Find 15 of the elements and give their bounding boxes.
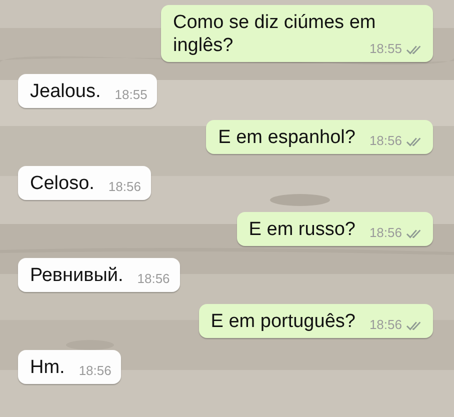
message-text: E em russo? <box>248 219 356 240</box>
message-time: 18:56 <box>369 318 402 332</box>
message-text: Celoso. <box>30 173 94 194</box>
message-time: 18:55 <box>114 88 148 102</box>
message-text: Hm. <box>30 357 65 378</box>
message-time: 18:56 <box>369 134 402 148</box>
message-time: 18:56 <box>369 226 402 240</box>
message-time: 18:56 <box>78 364 112 378</box>
message-text: Jealous. <box>30 81 101 102</box>
message-text: E em espanhol? <box>218 127 356 148</box>
message-text: Ревнивый. <box>30 265 124 286</box>
message-time: 18:56 <box>108 180 141 194</box>
message-time: 18:56 <box>137 272 170 286</box>
message-text: E em português? <box>210 311 356 332</box>
message-time: 18:55 <box>369 42 402 56</box>
